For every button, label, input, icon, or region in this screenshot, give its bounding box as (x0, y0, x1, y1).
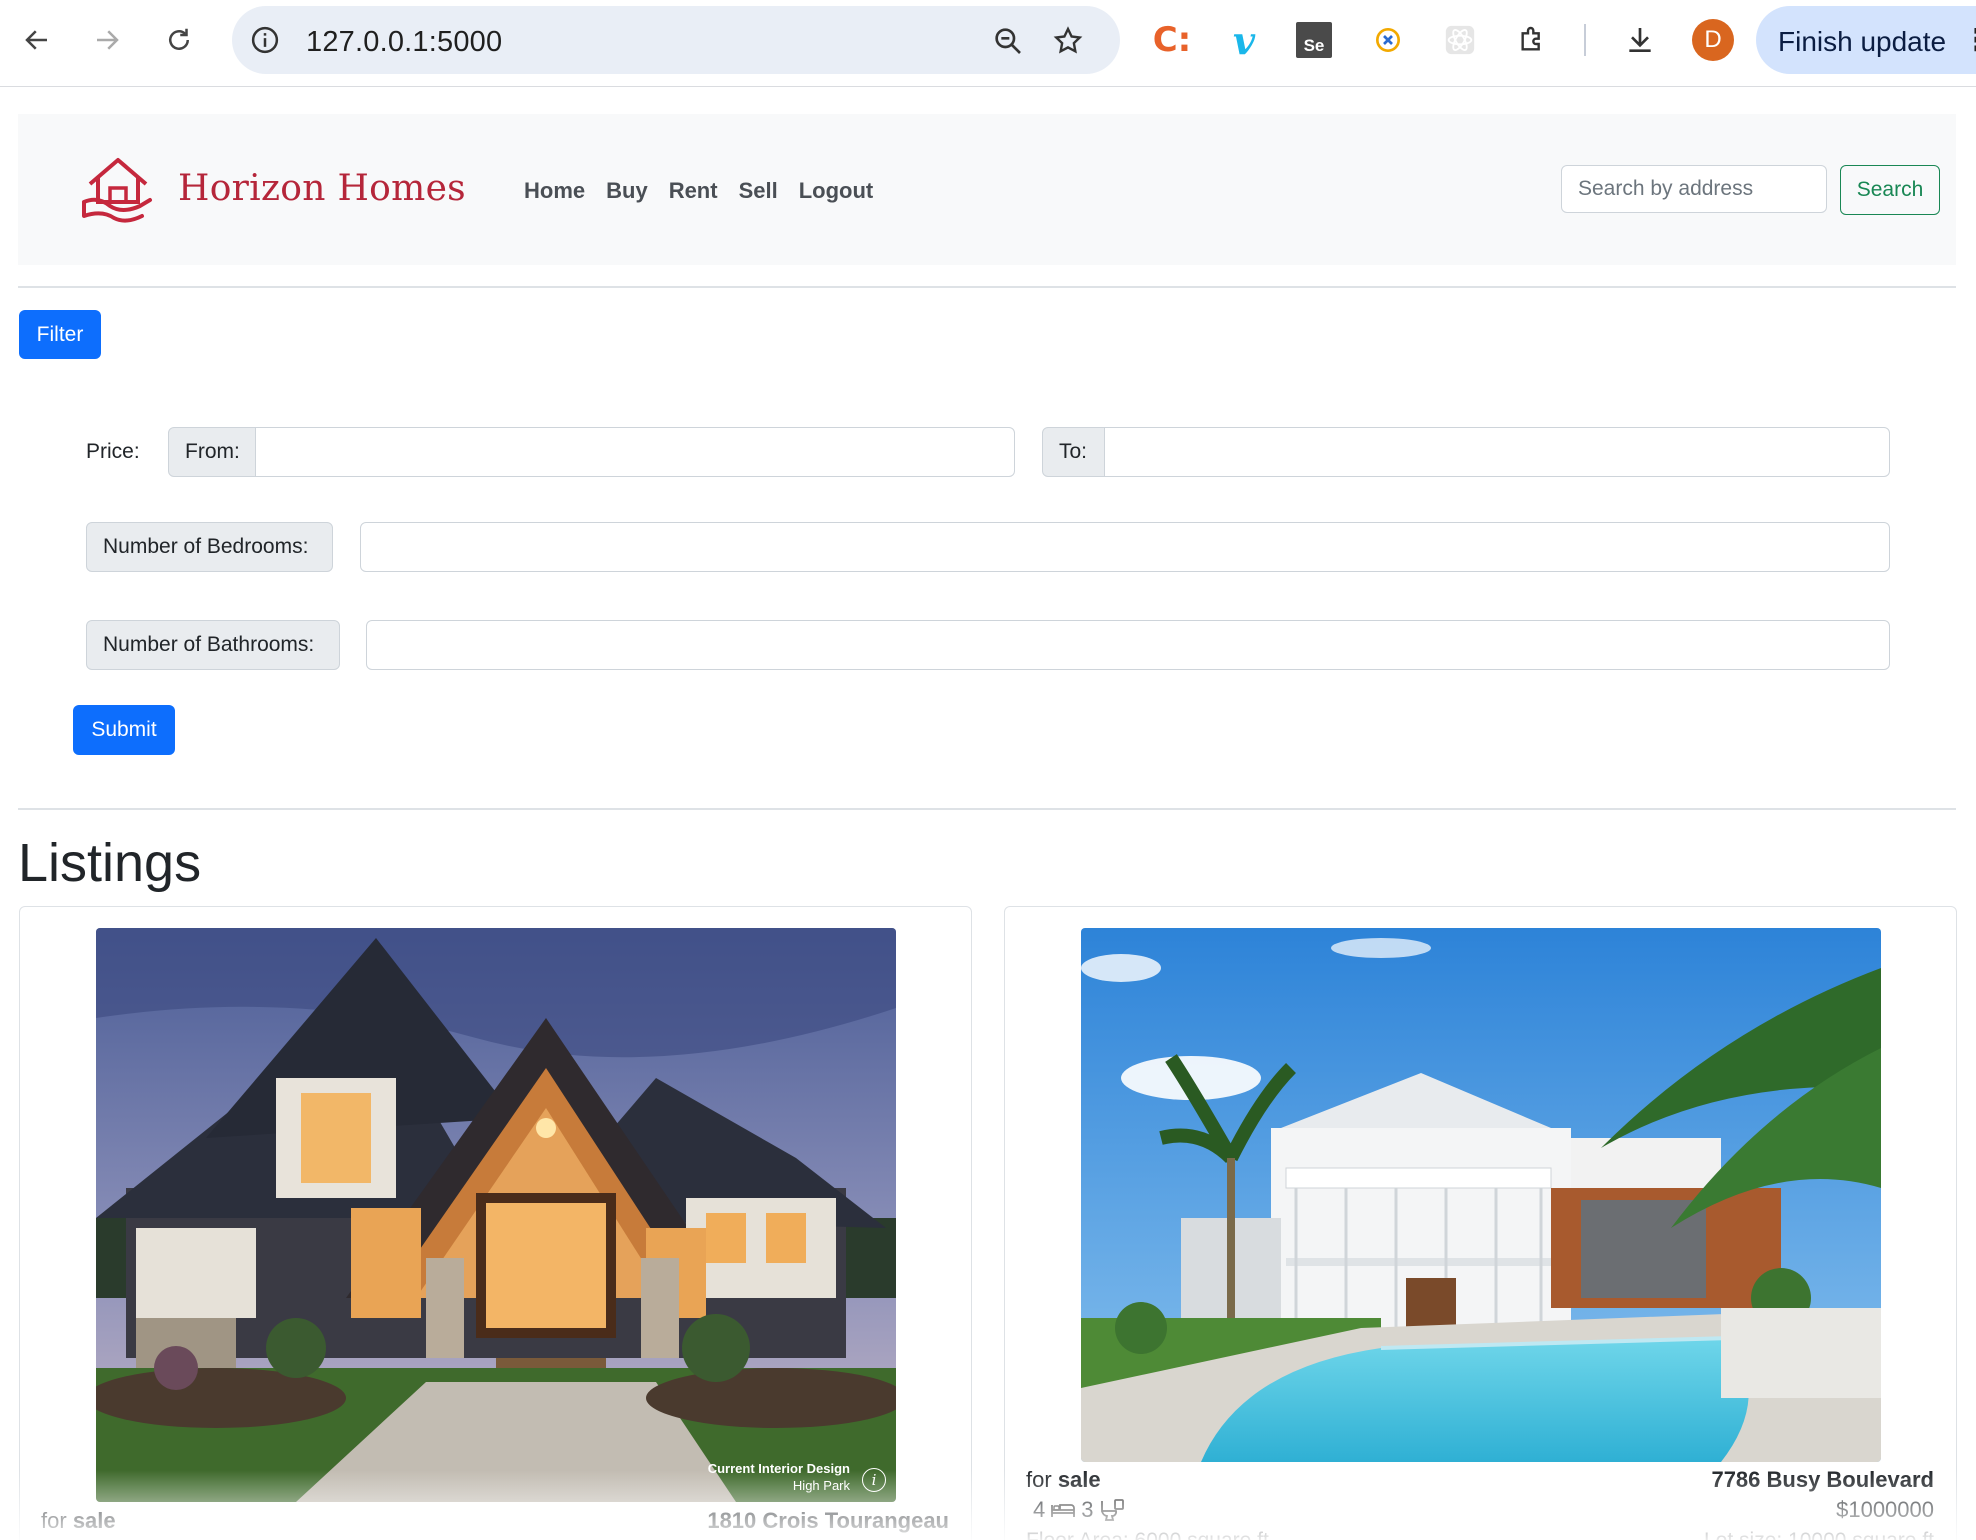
c-colon-extension-icon[interactable]: C: (1152, 20, 1192, 60)
zoom-icon[interactable] (992, 25, 1024, 57)
listing-address[interactable]: 7786 Busy Boulevard (1711, 1467, 1934, 1493)
bathrooms-input[interactable] (366, 620, 1890, 670)
nav-sell[interactable]: Sell (739, 178, 778, 204)
price-label: Price: (86, 440, 140, 463)
price-to-input[interactable] (1104, 427, 1890, 477)
more-menu-icon[interactable]: ⋮ (1962, 23, 1976, 58)
circle-x-extension-icon[interactable] (1368, 20, 1408, 60)
reload-button[interactable] (156, 17, 202, 63)
bedroom-count: 4 (1033, 1497, 1046, 1522)
bedrooms-label: Number of Bedrooms: (86, 522, 333, 572)
filter-toggle-button[interactable]: Filter (19, 310, 101, 359)
toolbar-divider (1584, 24, 1586, 56)
lot-size: Lot size: 10000 square ft (1704, 1529, 1934, 1540)
listings-heading: Listings (18, 833, 202, 893)
listing-card[interactable]: for sale 7786 Busy Boulevard 4 3 $100000… (1004, 906, 1957, 1540)
bed-icon (1051, 1504, 1076, 1517)
brand-name[interactable]: Horizon Homes (178, 168, 466, 209)
react-devtools-icon[interactable] (1440, 20, 1480, 60)
back-arrow-icon (25, 30, 47, 50)
forward-arrow-icon (97, 30, 119, 50)
listing-address[interactable]: 1810 Crois Tourangeau (707, 1508, 949, 1534)
photo-credit: Current Interior Design High Park (707, 1461, 850, 1493)
listing-rooms: 4 3 (1033, 1497, 1126, 1523)
price-to-addon: To: (1042, 427, 1105, 477)
house-logo-icon[interactable] (80, 150, 156, 226)
nav-home[interactable]: Home (524, 178, 585, 204)
nav-logout[interactable]: Logout (799, 178, 874, 204)
search-button[interactable]: Search (1840, 165, 1940, 215)
photo-info-icon[interactable]: i (862, 1468, 886, 1492)
address-search-input[interactable] (1561, 165, 1827, 213)
bathrooms-label: Number of Bathrooms: (86, 620, 340, 670)
bathroom-count: 3 (1081, 1497, 1094, 1522)
site-info-icon[interactable] (250, 25, 280, 55)
toilet-icon (1100, 1499, 1124, 1521)
finish-update-button[interactable]: Finish update ⋮ (1756, 6, 1976, 74)
submit-button[interactable]: Submit (73, 705, 175, 755)
listing-photo[interactable] (1081, 928, 1881, 1462)
browser-toolbar: 127.0.0.1:5000 C: v Se D Finish update ⋮ (0, 0, 1976, 87)
price-from-input[interactable] (255, 427, 1015, 477)
finish-update-label: Finish update (1778, 26, 1947, 57)
listing-status: for sale (1026, 1467, 1101, 1492)
vimeo-icon[interactable]: v (1224, 18, 1264, 63)
nav-rent[interactable]: Rent (669, 178, 718, 204)
nav-buy[interactable]: Buy (606, 178, 648, 204)
divider (18, 286, 1956, 288)
divider (18, 808, 1956, 810)
forward-button[interactable] (84, 17, 130, 63)
bookmark-star-icon[interactable] (1052, 25, 1084, 57)
listing-card[interactable]: Current Interior Design High Park i for … (19, 906, 972, 1540)
floor-area: Floor Area: 6000 square ft (1026, 1529, 1269, 1540)
url-text[interactable]: 127.0.0.1:5000 (306, 26, 502, 59)
download-icon[interactable] (1620, 20, 1660, 60)
site-navbar: Horizon Homes Home Buy Rent Sell Logout … (18, 114, 1956, 265)
price-from-addon: From: (168, 427, 256, 477)
listing-price: $1000000 (1836, 1497, 1934, 1522)
profile-avatar[interactable]: D (1692, 19, 1734, 61)
listing-status: for sale (41, 1508, 116, 1533)
main-nav: Home Buy Rent Sell Logout (524, 178, 873, 204)
back-button[interactable] (14, 17, 60, 63)
puzzle-icon[interactable] (1512, 20, 1552, 60)
address-bar[interactable]: 127.0.0.1:5000 (232, 6, 1120, 74)
bedrooms-input[interactable] (360, 522, 1890, 572)
reload-icon (169, 28, 189, 50)
selenium-icon[interactable]: Se (1296, 22, 1332, 58)
listing-photo[interactable]: Current Interior Design High Park i (96, 928, 896, 1502)
